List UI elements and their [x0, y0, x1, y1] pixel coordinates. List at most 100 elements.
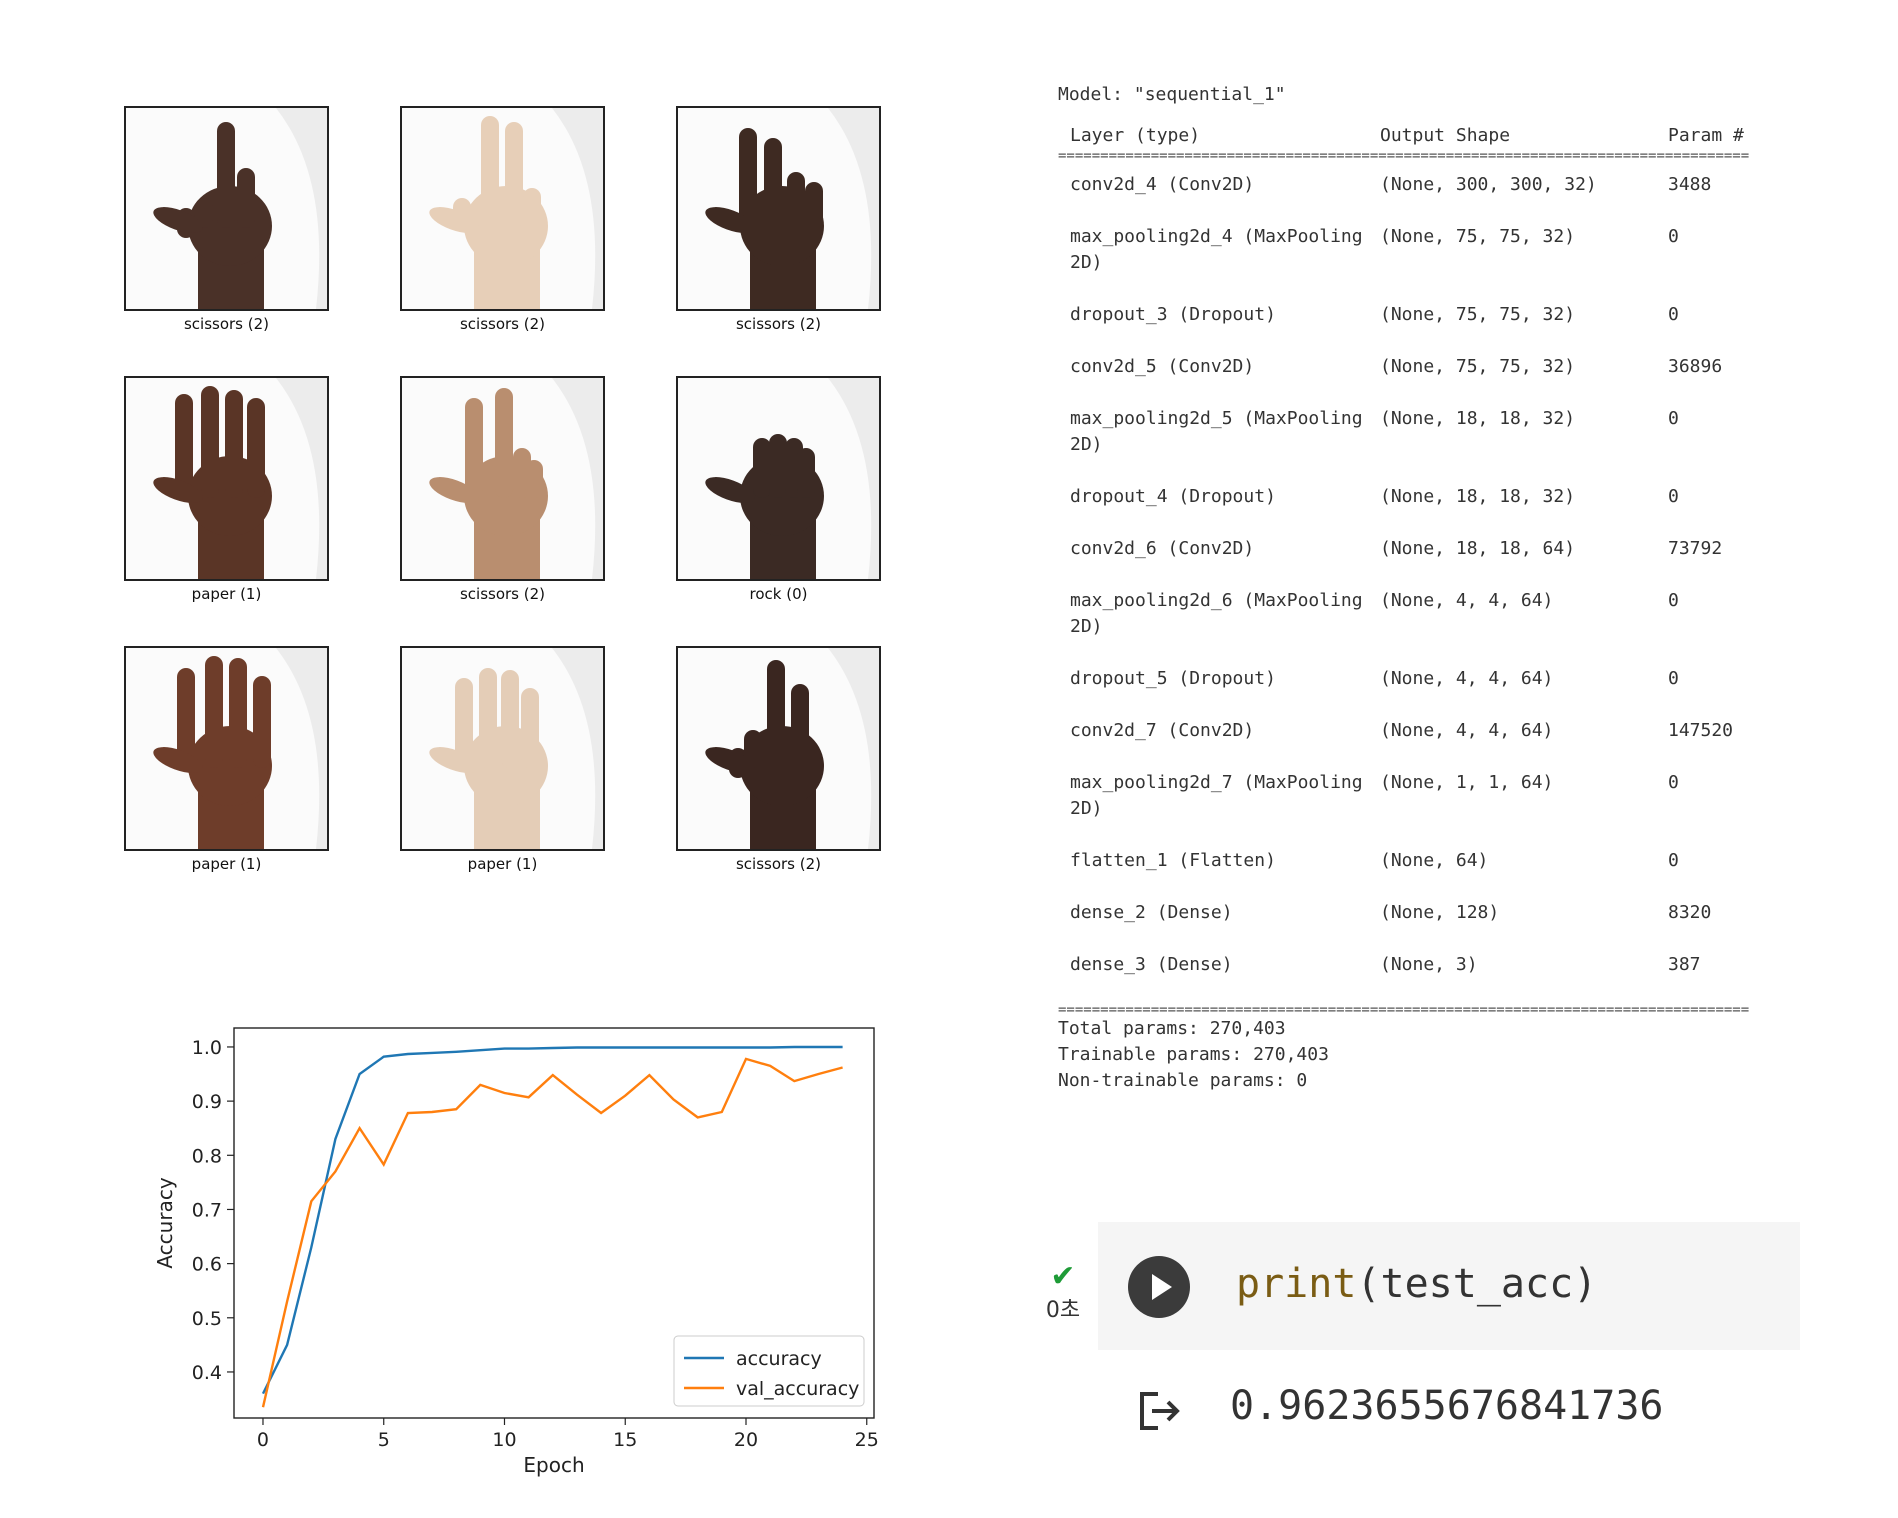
separator-line: ________________________________________…	[1058, 110, 1750, 122]
layer-name: max_pooling2d_5 (MaxPooling 2D)	[1070, 408, 1363, 455]
image-label: scissors (2)	[459, 315, 546, 333]
layer-name: dense_2 (Dense)	[1070, 902, 1233, 923]
layer-name: conv2d_5 (Conv2D)	[1070, 356, 1255, 377]
layer-name: dense_3 (Dense)	[1070, 954, 1233, 975]
param-count: 0	[1668, 408, 1679, 429]
code-editor[interactable]: print(test_acc)	[1236, 1252, 1597, 1316]
output-shape: (None, 3)	[1380, 954, 1478, 975]
x-tick-label: 10	[492, 1429, 516, 1451]
x-tick-label: 5	[378, 1429, 390, 1451]
summary-row: max_pooling2d_4 (MaxPooling 2D) (None, 75…	[1058, 224, 1778, 302]
image-label: scissors (2)	[735, 855, 822, 873]
image-label: scissors (2)	[459, 585, 546, 603]
param-count: 0	[1668, 304, 1679, 325]
output-shape: (None, 1, 1, 64)	[1380, 772, 1554, 793]
image-tile: scissors (2)	[124, 106, 329, 333]
x-tick-label: 0	[257, 1429, 269, 1451]
summary-row: conv2d_6 (Conv2D) (None, 18, 18, 64) 73792	[1058, 536, 1778, 588]
output-icon[interactable]	[1136, 1388, 1182, 1434]
play-icon	[1152, 1274, 1172, 1300]
layer-name: max_pooling2d_4 (MaxPooling 2D)	[1070, 226, 1363, 273]
output-shape: (None, 18, 18, 32)	[1380, 408, 1576, 429]
image-tile: scissors (2)	[400, 376, 605, 603]
layer-name: conv2d_6 (Conv2D)	[1070, 538, 1255, 559]
summary-row: conv2d_7 (Conv2D) (None, 4, 4, 64) 147520	[1058, 718, 1778, 770]
hand-image	[676, 376, 881, 581]
layer-name: max_pooling2d_7 (MaxPooling 2D)	[1070, 772, 1363, 819]
summary-row: dropout_5 (Dropout) (None, 4, 4, 64) 0	[1058, 666, 1778, 718]
y-tick-label: 0.7	[192, 1199, 222, 1221]
summary-row: conv2d_4 (Conv2D) (None, 300, 300, 32) 348…	[1058, 172, 1778, 224]
summary-row: max_pooling2d_6 (MaxPooling 2D) (None, 4,…	[1058, 588, 1778, 666]
image-tile: paper (1)	[400, 646, 605, 873]
image-label: paper (1)	[467, 855, 538, 873]
output-shape: (None, 75, 75, 32)	[1380, 304, 1576, 325]
image-tile: rock (0)	[676, 376, 881, 603]
summary-row: dropout_4 (Dropout) (None, 18, 18, 32) 0	[1058, 484, 1778, 536]
hand-illustration	[705, 108, 879, 309]
param-count: 36896	[1668, 356, 1723, 377]
non-trainable-params: Non-trainable params: 0	[1058, 1070, 1308, 1091]
summary-row: dense_2 (Dense) (None, 128) 8320	[1058, 900, 1778, 952]
image-label: paper (1)	[191, 585, 262, 603]
model-summary: Model: "sequential_1" __________________…	[1058, 82, 1778, 1106]
image-tile: scissors (2)	[400, 106, 605, 333]
param-totals: Total params: 270,403 Trainable params: …	[1058, 1016, 1778, 1094]
accuracy-chart-svg: 0 5 10 15 20 25 0.4 0.5 0.6 0.7 0.8 0.9 1.0 Epoch Accu…	[153, 1027, 879, 1477]
summary-rows: conv2d_4 (Conv2D) (None, 300, 300, 32) 348…	[1058, 162, 1778, 1004]
model-name: Model: "sequential_1"	[1058, 84, 1286, 105]
legend-label: accuracy	[736, 1348, 822, 1370]
output-shape: (None, 75, 75, 32)	[1380, 356, 1576, 377]
trainable-params: Trainable params: 270,403	[1058, 1044, 1329, 1065]
hand-image	[676, 106, 881, 311]
hand-image	[676, 646, 881, 851]
header-output-shape: Output Shape	[1380, 125, 1511, 146]
image-label: paper (1)	[191, 855, 262, 873]
output-shape: (None, 64)	[1380, 850, 1489, 871]
hand-illustration	[153, 378, 327, 579]
code-cell[interactable]: print(test_acc)	[1098, 1222, 1800, 1350]
y-tick-label: 0.6	[192, 1254, 222, 1276]
hand-image	[400, 106, 605, 311]
output-shape: (None, 75, 75, 32)	[1380, 226, 1576, 247]
output-shape: (None, 18, 18, 32)	[1380, 486, 1576, 507]
hand-image	[124, 106, 329, 311]
run-cell-button[interactable]	[1128, 1256, 1190, 1318]
param-count: 0	[1668, 668, 1679, 689]
y-tick-label: 0.4	[192, 1362, 222, 1384]
summary-row: max_pooling2d_5 (MaxPooling 2D) (None, 18…	[1058, 406, 1778, 484]
hand-image	[124, 646, 329, 851]
param-count: 147520	[1668, 720, 1734, 741]
y-tick-label: 0.5	[192, 1308, 222, 1330]
layer-name: max_pooling2d_6 (MaxPooling 2D)	[1070, 590, 1363, 637]
code-function: print	[1236, 1261, 1357, 1307]
x-tick-label: 15	[613, 1429, 637, 1451]
summary-row: max_pooling2d_7 (MaxPooling 2D) (None, 1,…	[1058, 770, 1778, 848]
image-label: rock (0)	[749, 585, 808, 603]
summary-header: Layer (type) Output Shape Param #	[1058, 122, 1778, 150]
legend-label: val_accuracy	[736, 1378, 859, 1400]
layer-name: flatten_1 (Flatten)	[1070, 850, 1276, 871]
hand-illustration	[153, 108, 327, 309]
layer-name: dropout_3 (Dropout)	[1070, 304, 1276, 325]
param-count: 0	[1668, 226, 1679, 247]
separator-double: ========================================…	[1058, 1004, 1750, 1016]
hand-illustration	[429, 648, 603, 849]
param-count: 73792	[1668, 538, 1723, 559]
cell-output: 0.9623655676841736	[1230, 1383, 1664, 1429]
output-shape: (None, 4, 4, 64)	[1380, 590, 1554, 611]
image-label: scissors (2)	[183, 315, 270, 333]
cell-run-status: ✔ 0초	[1038, 1262, 1088, 1324]
param-count: 3488	[1668, 174, 1712, 195]
y-tick-label: 0.9	[192, 1091, 222, 1113]
x-axis-label: Epoch	[523, 1453, 584, 1477]
image-grid: scissors (2) scissors (2) scissors (2) pape…	[124, 106, 884, 873]
param-count: 0	[1668, 590, 1679, 611]
check-icon: ✔	[1050, 1259, 1076, 1294]
output-shape: (None, 128)	[1380, 902, 1500, 923]
header-layer: Layer (type)	[1070, 125, 1201, 146]
hand-illustration	[705, 648, 879, 849]
hand-image	[124, 376, 329, 581]
y-axis-label: Accuracy	[153, 1177, 177, 1268]
hand-image	[400, 376, 605, 581]
